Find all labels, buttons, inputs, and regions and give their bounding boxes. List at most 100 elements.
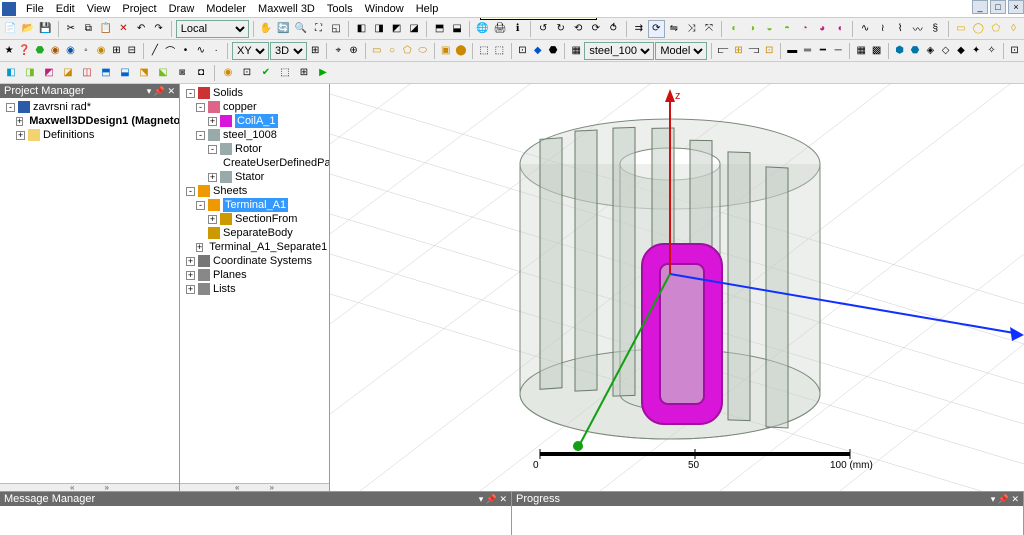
grid-icon[interactable]: ⊞ [308,42,322,60]
print-icon[interactable]: 🖨 [492,20,509,38]
mesh-a-icon[interactable]: ▦ [854,42,868,60]
face-f-icon[interactable]: ⬒ [97,64,115,82]
snap-b-icon[interactable]: ⊕ [346,42,360,60]
tool-b-icon[interactable]: ◨ [371,20,388,38]
redo-icon[interactable]: ↷ [150,20,167,38]
sel-f-icon[interactable]: ◦ [79,42,93,60]
dup-move-icon[interactable]: ⇉ [631,20,648,38]
post-g-icon[interactable]: ✧ [984,42,998,60]
project-root[interactable]: zavrsni rad* [33,100,91,114]
tool-d-icon[interactable]: ◪ [406,20,423,38]
arc-icon[interactable]: ⌒ [163,42,177,60]
undo-icon[interactable]: ↶ [133,20,150,38]
save-icon[interactable]: 💾 [37,20,54,38]
tool-e-icon[interactable]: ⬒ [431,20,448,38]
sel-i-icon[interactable]: ⊟ [125,42,139,60]
line-icon[interactable]: ╱ [148,42,162,60]
bool-g-icon[interactable]: ◖ [831,20,848,38]
rotor-cmd-node[interactable]: CreateUserDefinedPa [223,156,329,170]
world-icon[interactable]: 🌐 [474,20,491,38]
menu-view[interactable]: View [81,2,117,16]
rot-e-icon[interactable]: ⥀ [605,20,622,38]
menu-maxwell3d[interactable]: Maxwell 3D [252,2,321,16]
rotate-icon[interactable]: 🔄 [275,20,292,38]
menu-project[interactable]: Project [116,2,162,16]
bool-b-icon[interactable]: ◑ [744,20,761,38]
terminalsep-node[interactable]: Terminal_A1_Separate1 [209,240,327,254]
cs-combo[interactable]: Local [176,20,249,38]
pan-icon[interactable]: ✋ [258,20,275,38]
material-combo[interactable]: steel_1008 [584,42,654,60]
align-d-icon[interactable]: ⊡ [762,42,776,60]
dup-e-icon[interactable]: ⤧ [701,20,718,38]
box-icon[interactable]: ▣ [439,42,453,60]
cyl-icon[interactable]: ⬤ [454,42,468,60]
poly-icon[interactable]: ⬠ [400,42,414,60]
face-d-icon[interactable]: ◪ [59,64,77,82]
curve-b-icon[interactable]: ≀ [874,20,891,38]
disp-a-icon[interactable]: ▬ [785,42,799,60]
face-g-icon[interactable]: ⬓ [116,64,134,82]
snap-a-icon[interactable]: ⌖ [331,42,345,60]
anal-d-icon[interactable]: ⬚ [276,64,294,82]
spl-icon[interactable]: ∿ [194,42,208,60]
face-i-icon[interactable]: ⬕ [154,64,172,82]
view-combo[interactable]: 3D [270,42,307,60]
post-d-icon[interactable]: ◇ [938,42,952,60]
anal-e-icon[interactable]: ⊞ [295,64,313,82]
menu-window[interactable]: Window [359,2,410,16]
curve-c-icon[interactable]: ⌇ [892,20,909,38]
rot-a-icon[interactable]: ↺ [535,20,552,38]
tool-f-icon[interactable]: ⬓ [449,20,466,38]
model-gutter[interactable]: «» [180,483,329,491]
face-c-icon[interactable]: ◩ [40,64,58,82]
circle-icon[interactable]: ○ [385,42,399,60]
maximize-button[interactable]: □ [990,0,1006,14]
misc-b-icon[interactable]: ◆ [531,42,545,60]
menu-help[interactable]: Help [410,2,445,16]
rot-c-icon[interactable]: ⟲ [570,20,587,38]
prog-pin-icon[interactable]: ▾ 📌 ✕ [991,494,1019,505]
fit-icon[interactable]: ⛶ [310,20,327,38]
reg-a-icon[interactable]: ⬚ [477,42,491,60]
panel-gutter[interactable]: «» [0,483,179,491]
sel-b-icon[interactable]: ❓ [17,42,31,60]
face-e-icon[interactable]: ◫ [78,64,96,82]
rotor-node[interactable]: Rotor [235,142,262,156]
project-tree[interactable]: -zavrsni rad* +Maxwell3DDesign1 (Magneto… [0,98,179,483]
coilA-node[interactable]: CoilA_1 [235,114,278,128]
dup-axis-icon[interactable]: ⟳ [648,20,665,38]
bool-a-icon[interactable]: ◐ [726,20,743,38]
msg-pin-icon[interactable]: ▾ 📌 ✕ [479,494,507,505]
model-tree[interactable]: -Solids -copper +CoilA_1 -steel_1008 -Ro… [180,84,329,483]
cut-icon[interactable]: ✂ [63,20,80,38]
info-icon[interactable]: ℹ [509,20,526,38]
pt-icon[interactable]: • [178,42,192,60]
cs-node[interactable]: Coordinate Systems [213,254,312,268]
sheets-node[interactable]: Sheets [213,184,247,198]
tool-c-icon[interactable]: ◩ [388,20,405,38]
stator-node[interactable]: Stator [235,170,264,184]
sel-h-icon[interactable]: ⊞ [109,42,123,60]
align-c-icon[interactable]: ⫎ [747,42,761,60]
progress-list[interactable] [512,506,1023,535]
solids-node[interactable]: Solids [213,86,243,100]
ellipse-icon[interactable]: ⬭ [415,42,429,60]
sepbody-node[interactable]: SeparateBody [223,226,293,240]
reg-b-icon[interactable]: ⬚ [492,42,506,60]
align-b-icon[interactable]: ⊞ [731,42,745,60]
disp-c-icon[interactable]: ━ [816,42,830,60]
bool-e-icon[interactable]: ◔ [796,20,813,38]
rect-icon[interactable]: ▭ [370,42,384,60]
face-a-icon[interactable]: ◧ [2,64,20,82]
zoom-icon[interactable]: 🔍 [293,20,310,38]
bool-f-icon[interactable]: ◕ [814,20,831,38]
face-j-icon[interactable]: ◙ [173,64,191,82]
scope-combo[interactable]: Model [655,42,707,60]
post-f-icon[interactable]: ✦ [969,42,983,60]
misc-a-icon[interactable]: ⊡ [515,42,529,60]
tool-a-icon[interactable]: ◧ [353,20,370,38]
dup-d-icon[interactable]: ⤨ [683,20,700,38]
plane-combo[interactable]: XY [232,42,269,60]
paste-icon[interactable]: 📋 [98,20,115,38]
